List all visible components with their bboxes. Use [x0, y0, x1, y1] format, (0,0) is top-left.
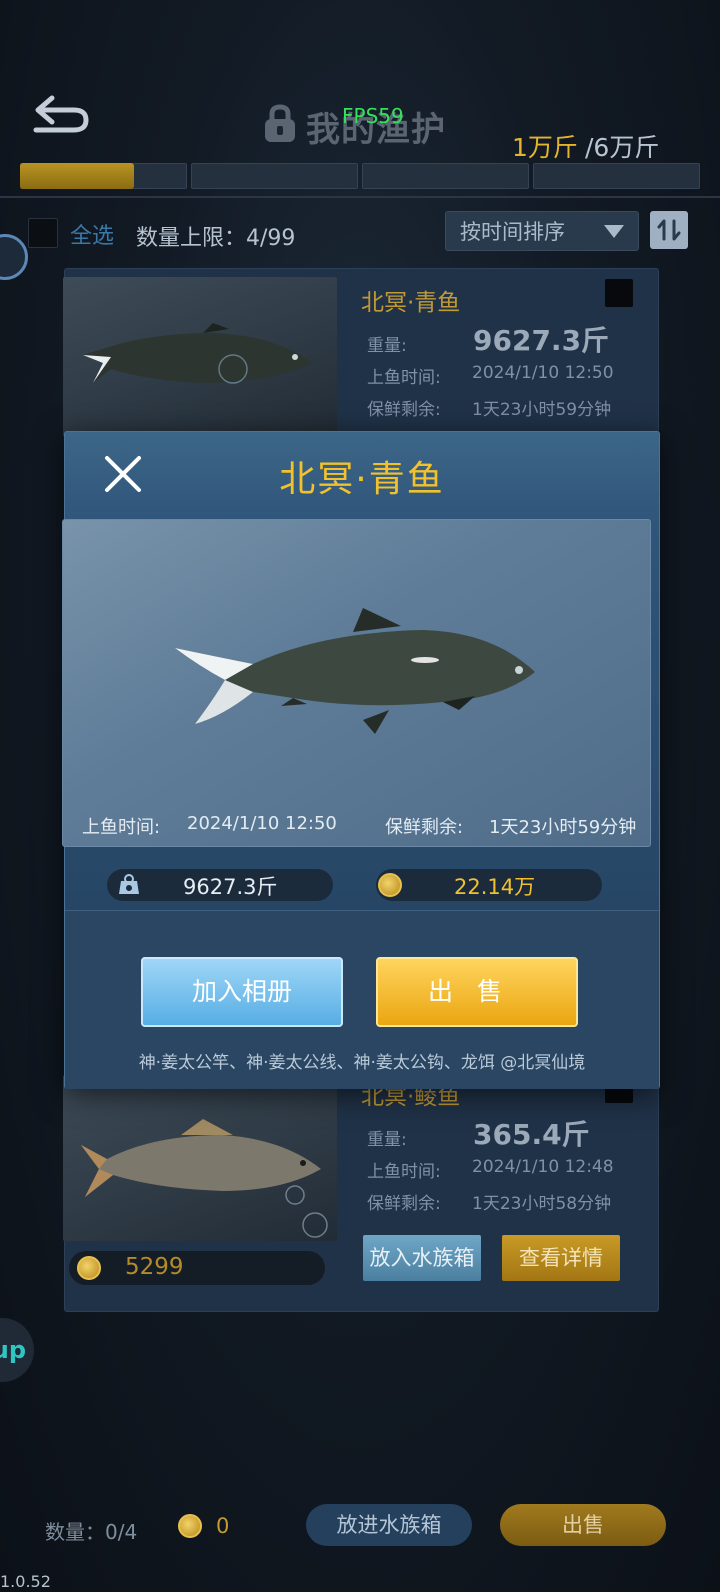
popup-actions: 加入相册 出售 神·姜太公竿、神·姜太公线、神·姜太公钩、龙饵 @北冥仙境 — [65, 910, 659, 1089]
add-to-album-button[interactable]: 加入相册 — [141, 957, 343, 1027]
sort-dropdown[interactable]: 按时间排序 — [445, 211, 639, 251]
put-into-aquarium-button[interactable]: 放进水族箱 — [306, 1504, 472, 1546]
fishing-gear-info: 神·姜太公竿、神·姜太公线、神·姜太公钩、龙饵 @北冥仙境 — [138, 1053, 586, 1073]
side-up-button[interactable]: up — [0, 1318, 34, 1382]
fish-image — [63, 277, 337, 437]
catch-time: 2024/1/10 12:50 — [472, 363, 614, 383]
bulk-sell-button[interactable]: 出售 — [500, 1504, 666, 1546]
catch-time-label: 上鱼时间: — [367, 368, 441, 388]
fish-card[interactable]: 北冥·青鱼 重量: 9627.3斤 上鱼时间: 2024/1/10 12:50 … — [63, 268, 659, 440]
back-arrow-icon — [33, 95, 89, 133]
version-label: 1.0.52 — [0, 1572, 51, 1591]
catch-time-label: 上鱼时间: — [367, 1162, 441, 1182]
chevron-down-icon — [604, 225, 624, 238]
freshness-label: 保鲜剩余: — [385, 817, 464, 838]
catch-time: 2024/1/10 12:50 — [187, 813, 337, 834]
capacity-used: 1万斤 — [512, 133, 578, 162]
fish-preview: 上鱼时间: 2024/1/10 12:50 保鲜剩余: 1天23小时59分钟 — [62, 519, 651, 847]
coin-icon — [378, 873, 402, 897]
view-details-button[interactable]: 查看详情 — [502, 1235, 620, 1281]
catch-time: 2024/1/10 12:48 — [472, 1157, 614, 1177]
fish-weight: 9627.3斤 — [473, 324, 610, 357]
weight-stat: 9627.3斤 — [107, 869, 333, 901]
fish-icon — [83, 323, 313, 384]
progress-segment — [191, 163, 358, 189]
fish-select-checkbox[interactable] — [605, 279, 633, 307]
sort-order-button[interactable] — [650, 211, 688, 249]
put-in-aquarium-button[interactable]: 放入水族箱 — [363, 1235, 481, 1281]
popup-title: 北冥·青鱼 — [279, 459, 445, 500]
sort-arrows-icon — [657, 219, 681, 241]
weight-label: 重量: — [367, 336, 407, 356]
select-all-label[interactable]: 全选 — [70, 218, 114, 250]
weight-label: 重量: — [367, 1130, 407, 1150]
fish-icon — [175, 608, 535, 734]
fish-image — [63, 1075, 337, 1241]
progress-segment — [362, 163, 529, 189]
freshness-label: 保鲜剩余: — [367, 400, 441, 420]
fps-counter: FPS59 — [342, 104, 404, 128]
fish-weight: 365.4斤 — [473, 1118, 590, 1151]
lock-icon — [265, 104, 295, 142]
price-stat: 22.14万 — [376, 869, 602, 901]
select-all-checkbox[interactable] — [28, 218, 58, 248]
avatar[interactable] — [0, 234, 28, 280]
fish-price: 22.14万 — [454, 875, 536, 899]
freshness-label: 保鲜剩余: — [367, 1194, 441, 1214]
divider — [0, 196, 720, 198]
fish-price: 5299 — [125, 1254, 184, 1280]
fish-weight: 9627.3斤 — [183, 875, 278, 899]
back-button[interactable] — [30, 92, 94, 140]
price-pill: 5299 — [69, 1251, 325, 1285]
coin-icon — [77, 1256, 101, 1280]
coin-icon — [178, 1514, 202, 1538]
progress-segment — [533, 163, 700, 189]
selected-count: 数量：0/4 — [45, 1520, 138, 1544]
fish-card[interactable]: 北冥·鲮鱼 重量: 365.4斤 上鱼时间: 2024/1/10 12:48 保… — [63, 1072, 659, 1312]
selected-coin-total: 0 — [216, 1514, 230, 1538]
capacity-total: /6万斤 — [585, 133, 660, 162]
freshness-remaining: 1天23小时59分钟 — [489, 817, 637, 838]
freshness-remaining: 1天23小时59分钟 — [472, 400, 612, 420]
quantity-limit: 数量上限：4/99 — [136, 226, 296, 251]
capacity-progress-fill — [20, 163, 134, 189]
sell-button[interactable]: 出售 — [376, 957, 578, 1027]
fish-name: 北冥·青鱼 — [361, 290, 461, 316]
scale-icon — [119, 874, 139, 894]
fish-detail-popup: 北冥·青鱼 上鱼时间: 2024/1/10 12:50 保鲜剩余: 1天23小时… — [62, 431, 660, 1089]
freshness-remaining: 1天23小时58分钟 — [472, 1194, 612, 1214]
fish-icon — [81, 1119, 328, 1238]
sort-label: 按时间排序 — [460, 220, 565, 244]
catch-time-label: 上鱼时间: — [82, 817, 161, 838]
